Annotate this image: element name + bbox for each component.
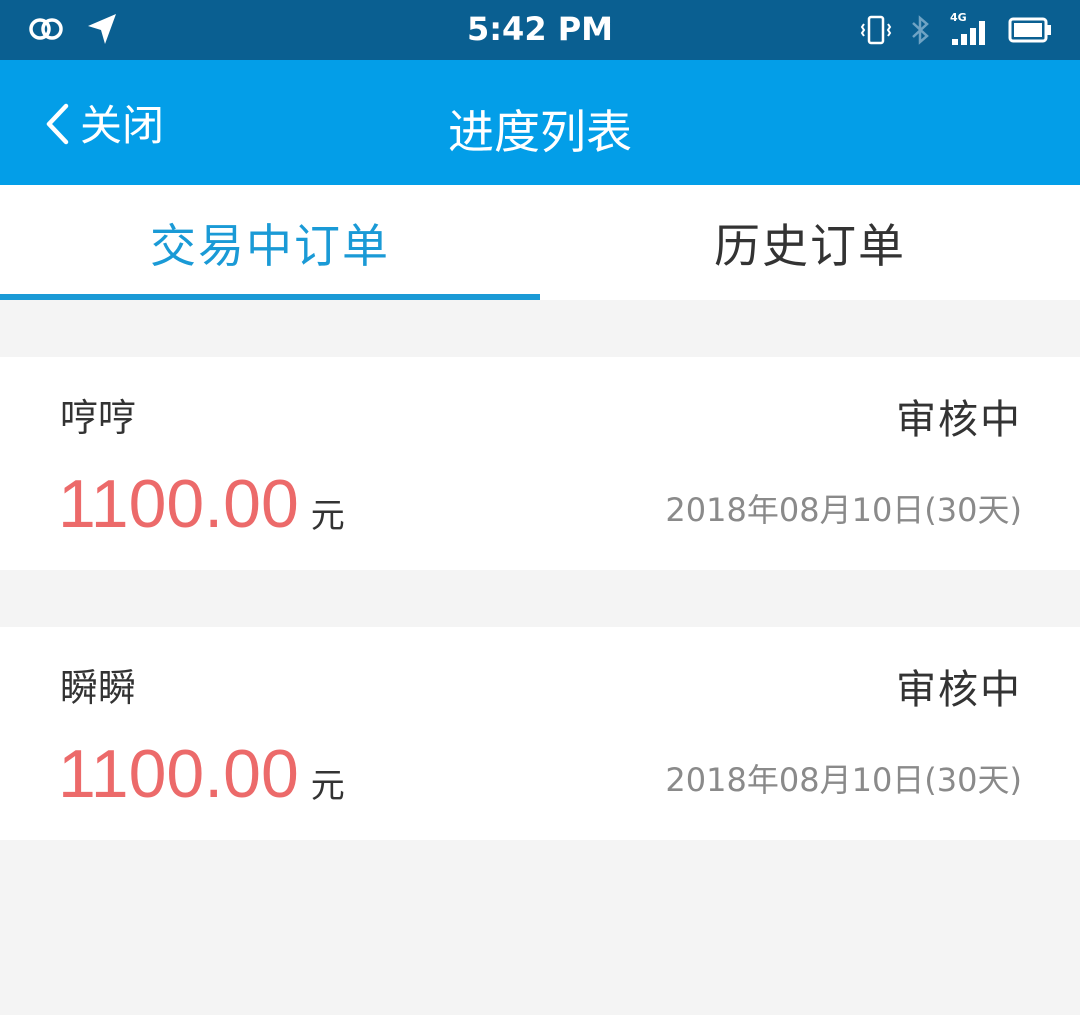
back-button[interactable]: 关闭 — [30, 80, 230, 165]
order-date: 2018年08月10日(30天) — [665, 491, 1022, 529]
order-card[interactable]: 瞬瞬 审核中 1100.00 元 2018年08月10日(30天) — [0, 627, 1080, 840]
order-name: 哼哼 — [60, 396, 137, 440]
order-amount-group: 1100.00 元 — [58, 465, 345, 543]
status-bar: 5:42 PM 4G — [0, 0, 1080, 60]
battery-icon — [1008, 15, 1052, 49]
order-status: 审核中 — [896, 667, 1022, 713]
back-label: 关闭 — [80, 101, 165, 150]
order-status: 审核中 — [896, 397, 1022, 443]
chevron-left-icon — [44, 102, 70, 150]
order-card[interactable]: 哼哼 审核中 1100.00 元 2018年08月10日(30天) — [0, 357, 1080, 570]
order-unit: 元 — [310, 766, 345, 806]
vibrate-icon — [860, 14, 892, 50]
order-list: 哼哼 审核中 1100.00 元 2018年08月10日(30天) 瞬瞬 审核中… — [0, 357, 1080, 897]
tab-bar: 交易中订单 历史订单 — [0, 185, 1080, 300]
order-unit: 元 — [310, 496, 345, 536]
tab-active-orders[interactable]: 交易中订单 — [0, 185, 540, 300]
nav-bar: 关闭 进度列表 — [0, 60, 1080, 185]
order-amount: 1100.00 — [58, 736, 299, 812]
order-date: 2018年08月10日(30天) — [665, 761, 1022, 799]
signal-icon: 4G — [950, 11, 990, 47]
tab-history-orders[interactable]: 历史订单 — [540, 185, 1080, 300]
order-amount-group: 1100.00 元 — [58, 735, 345, 813]
order-name: 瞬瞬 — [60, 666, 137, 710]
order-amount: 1100.00 — [58, 466, 299, 542]
bluetooth-icon — [910, 14, 932, 50]
status-right: 4G — [860, 11, 1052, 50]
